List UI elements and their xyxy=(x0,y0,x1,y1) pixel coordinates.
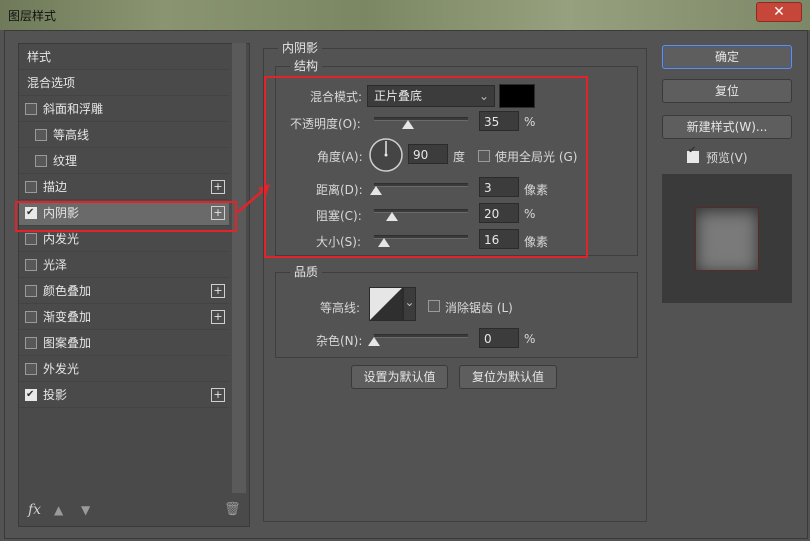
dialog-title: 图层样式 xyxy=(8,9,57,23)
sidebar-item[interactable]: 颜色叠加 + xyxy=(19,279,229,304)
quality-title: 品质 xyxy=(290,263,323,280)
opacity-slider[interactable] xyxy=(374,117,468,121)
style-checkbox[interactable] xyxy=(25,383,37,407)
sidebar-item-label: 渐变叠加 xyxy=(43,310,92,324)
contour-preview[interactable] xyxy=(369,287,403,321)
sidebar-item-label: 投影 xyxy=(43,388,68,402)
style-checkbox[interactable] xyxy=(25,337,37,349)
noise-slider-thumb[interactable] xyxy=(368,337,380,346)
sidebar-item[interactable]: 投影 + xyxy=(19,383,229,408)
styles-list-scrollbar[interactable] xyxy=(232,43,246,493)
size-input[interactable]: 16 xyxy=(479,229,519,249)
sidebar-item-label: 图案叠加 xyxy=(43,336,92,350)
choke-unit: % xyxy=(524,207,536,221)
size-unit: 像素 xyxy=(524,235,549,249)
size-label: 大小(S): xyxy=(316,235,362,249)
title-bar[interactable] xyxy=(0,0,810,30)
style-checkbox[interactable] xyxy=(25,233,37,245)
sidebar-item-label: 斜面和浮雕 xyxy=(43,102,104,116)
sidebar-item[interactable]: 图案叠加 xyxy=(19,331,229,356)
size-slider-thumb[interactable] xyxy=(378,238,390,247)
sidebar-item-label: 混合选项 xyxy=(27,76,76,90)
sidebar-item[interactable]: 外发光 xyxy=(19,357,229,382)
style-preview xyxy=(662,174,792,303)
shadow-color-swatch[interactable] xyxy=(499,84,535,108)
contour-label: 等高线: xyxy=(320,301,361,315)
blend-mode-select[interactable]: 正片叠底 ⌄ xyxy=(367,85,495,107)
noise-slider[interactable] xyxy=(374,334,468,338)
distance-input[interactable]: 3 xyxy=(479,177,519,197)
anti-alias-label: 消除锯齿 (L) xyxy=(445,301,513,315)
distance-slider[interactable] xyxy=(374,183,468,187)
choke-slider-thumb[interactable] xyxy=(386,212,398,221)
close-button[interactable]: ✕ xyxy=(756,2,802,22)
preview-label: 预览(V) xyxy=(706,151,748,165)
sidebar-item-label: 外发光 xyxy=(43,362,80,376)
contour-dropdown-icon[interactable]: ⌄ xyxy=(403,287,416,321)
sidebar-item[interactable]: 等高线 xyxy=(19,123,229,148)
highlight-inner-shadow xyxy=(15,201,237,232)
chevron-down-icon: ⌄ xyxy=(478,89,489,103)
global-light-label: 使用全局光 (G) xyxy=(495,150,578,164)
angle-unit: 度 xyxy=(453,150,466,164)
sidebar-item[interactable]: 渐变叠加 + xyxy=(19,305,229,330)
preview-swatch xyxy=(695,207,759,271)
sidebar-item-label: 纹理 xyxy=(53,154,78,168)
trash-icon[interactable]: 🗑 xyxy=(224,502,241,517)
style-checkbox[interactable] xyxy=(35,155,47,167)
move-down-icon[interactable]: ▼ xyxy=(81,503,90,517)
blend-mode-value: 正片叠底 xyxy=(374,89,423,103)
sidebar-item[interactable]: 斜面和浮雕 xyxy=(19,97,229,122)
choke-input[interactable]: 20 xyxy=(479,203,519,223)
blend-mode-label: 混合模式: xyxy=(310,90,363,104)
distance-unit: 像素 xyxy=(524,183,549,197)
set-default-button[interactable]: 设置为默认值 xyxy=(351,365,448,389)
noise-input[interactable]: 0 xyxy=(479,328,519,348)
style-checkbox[interactable] xyxy=(25,259,37,271)
angle-dial[interactable] xyxy=(368,137,404,173)
fx-icon[interactable]: fx xyxy=(28,502,41,518)
opacity-input[interactable]: 35 xyxy=(479,111,519,131)
opacity-unit: % xyxy=(524,115,536,129)
style-checkbox[interactable] xyxy=(35,129,47,141)
add-icon[interactable]: + xyxy=(211,388,225,402)
sidebar-item-label: 样式 xyxy=(27,50,52,64)
opacity-label: 不透明度(O): xyxy=(290,117,361,131)
sidebar-item[interactable]: 混合选项 xyxy=(19,71,229,96)
sidebar-item-label: 颜色叠加 xyxy=(43,284,92,298)
opacity-slider-thumb[interactable] xyxy=(402,120,414,129)
global-light-checkbox[interactable] xyxy=(478,150,490,162)
style-checkbox[interactable] xyxy=(25,363,37,375)
add-icon[interactable]: + xyxy=(211,284,225,298)
angle-input[interactable]: 90 xyxy=(408,144,448,164)
distance-label: 距离(D): xyxy=(316,183,363,197)
style-checkbox[interactable] xyxy=(25,181,37,193)
sidebar-item[interactable]: 光泽 xyxy=(19,253,229,278)
sidebar-item-label: 光泽 xyxy=(43,258,68,272)
noise-unit: % xyxy=(524,332,536,346)
add-icon[interactable]: + xyxy=(211,180,225,194)
reset-default-button[interactable]: 复位为默认值 xyxy=(459,365,557,389)
anti-alias-checkbox[interactable] xyxy=(428,300,440,312)
sidebar-item-label: 等高线 xyxy=(53,128,90,142)
noise-label: 杂色(N): xyxy=(316,334,363,348)
style-checkbox[interactable] xyxy=(25,285,37,297)
sidebar-item[interactable]: 纹理 xyxy=(19,149,229,174)
move-up-icon[interactable]: ▲ xyxy=(54,503,63,517)
choke-label: 阻塞(C): xyxy=(316,209,362,223)
structure-title: 结构 xyxy=(290,57,323,74)
add-icon[interactable]: + xyxy=(211,310,225,324)
reset-button[interactable]: 复位 xyxy=(662,79,792,103)
sidebar-item[interactable]: 描边 + xyxy=(19,175,229,200)
angle-label: 角度(A): xyxy=(317,150,363,164)
new-style-button[interactable]: 新建样式(W)... xyxy=(662,115,792,139)
ok-button[interactable]: 确定 xyxy=(662,45,792,69)
distance-slider-thumb[interactable] xyxy=(370,186,382,195)
preview-checkbox[interactable] xyxy=(687,145,699,163)
style-checkbox[interactable] xyxy=(25,103,37,115)
sidebar-item[interactable]: 样式 xyxy=(19,45,229,70)
section-title: 内阴影 xyxy=(278,39,323,56)
sidebar-item-label: 描边 xyxy=(43,180,68,194)
style-checkbox[interactable] xyxy=(25,311,37,323)
